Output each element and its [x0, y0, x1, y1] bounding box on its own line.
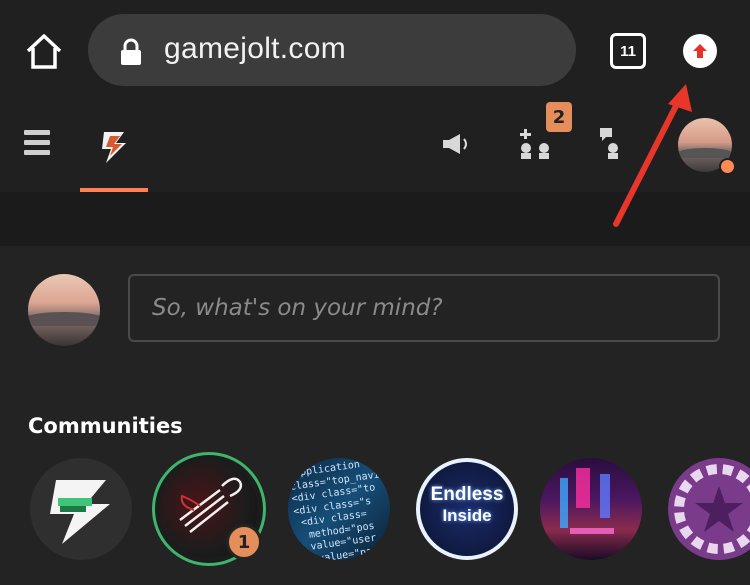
- home-icon[interactable]: [24, 32, 64, 70]
- friend-requests-icon[interactable]: [518, 128, 552, 164]
- star-icon: [674, 464, 750, 554]
- lock-icon: [120, 38, 142, 66]
- community-gamejolt[interactable]: [30, 458, 132, 560]
- url-text: gamejolt.com: [164, 32, 347, 65]
- gamejolt-bolt-icon: [50, 480, 110, 544]
- notification-dot: [719, 158, 736, 175]
- friend-requests-badge: 2: [546, 102, 572, 132]
- community-purple[interactable]: [668, 458, 750, 560]
- annotation-arrow: [613, 84, 692, 227]
- code-text-art: /application class="top_navig <div class…: [288, 459, 387, 560]
- gamejolt-bolt-icon: [98, 130, 130, 168]
- section-title: Communities: [28, 414, 183, 438]
- community-code[interactable]: /application class="top_navig <div class…: [288, 458, 390, 560]
- logo-text: Endless: [430, 484, 504, 505]
- communities-section: Communities /application class="top_navi…: [0, 374, 750, 585]
- post-input[interactable]: [128, 274, 720, 342]
- post-composer: [0, 246, 750, 374]
- tab-home[interactable]: [80, 100, 148, 192]
- megaphone-icon[interactable]: [440, 130, 472, 162]
- tabs-count-button[interactable]: 11: [610, 33, 646, 69]
- unread-badge: 1: [226, 524, 262, 560]
- community-neon[interactable]: [540, 458, 642, 560]
- address-bar[interactable]: gamejolt.com: [88, 14, 576, 86]
- community-endless-inside[interactable]: Endless Inside: [416, 458, 518, 560]
- update-icon[interactable]: [683, 34, 717, 68]
- avatar[interactable]: [28, 274, 100, 346]
- menu-icon[interactable]: [24, 130, 50, 156]
- logo-text: Inside: [442, 506, 492, 525]
